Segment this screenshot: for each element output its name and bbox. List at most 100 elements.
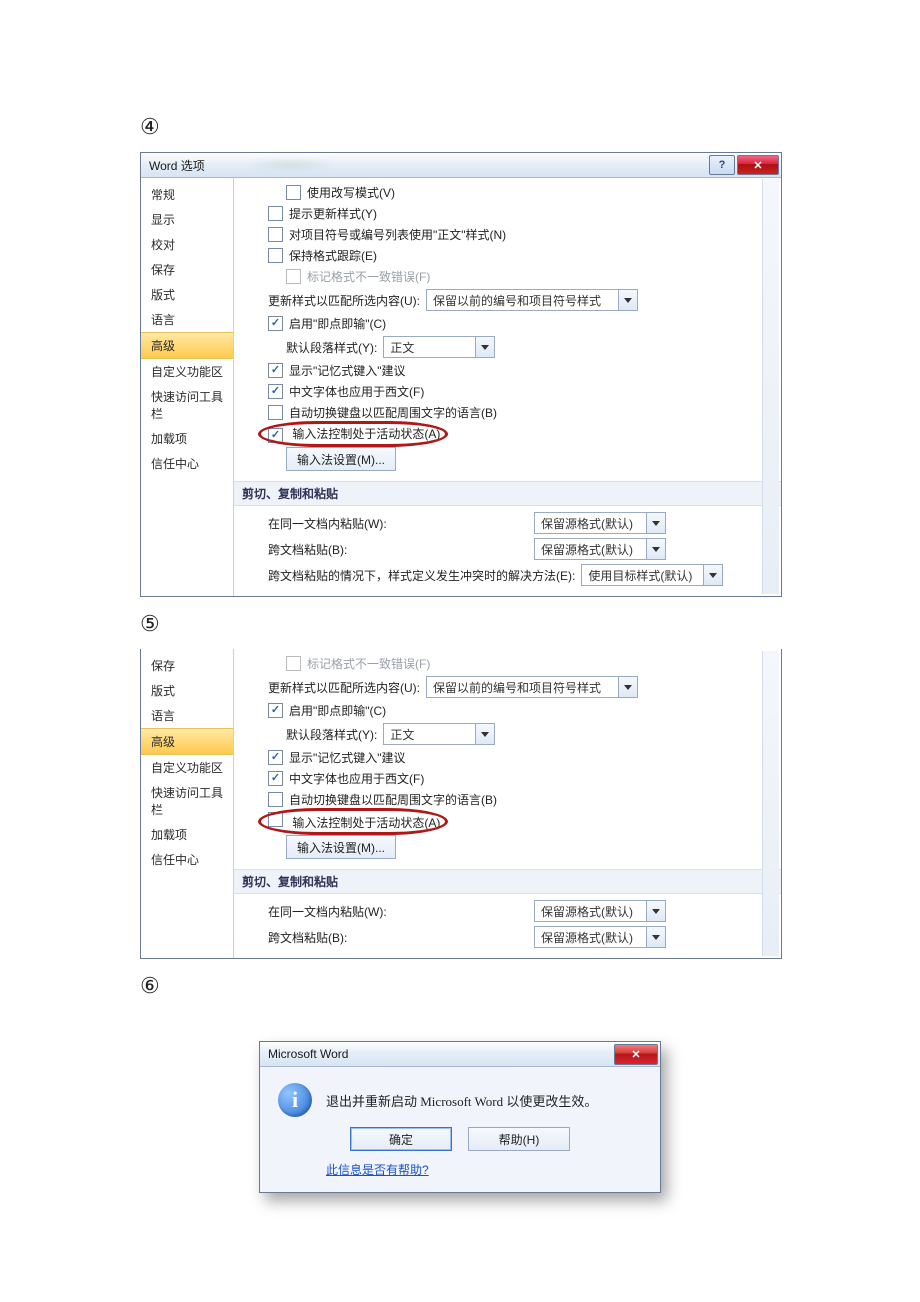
scrollbar[interactable]: [762, 179, 779, 594]
restart-message-dialog: Microsoft Word ✕ i 退出并重新启动 Microsoft Wor…: [259, 1041, 661, 1193]
paste-cross-doc-select[interactable]: 保留源格式(默认): [534, 538, 666, 560]
mark-fmt-checkbox: [286, 269, 301, 284]
autocomplete-checkbox[interactable]: [268, 750, 283, 765]
msg-close-button[interactable]: ✕: [614, 1044, 658, 1065]
ok-button[interactable]: 确定: [350, 1127, 452, 1151]
chevron-down-icon: [646, 901, 665, 921]
autocomplete-checkbox[interactable]: [268, 363, 283, 378]
paste-same-doc-select[interactable]: 保留源格式(默认): [534, 900, 666, 922]
options-sidebar: 保存 版式 语言 高级 自定义功能区 快速访问工具栏 加载项 信任中心: [141, 649, 234, 958]
update-style-select[interactable]: 保留以前的编号和项目符号样式: [426, 676, 638, 698]
update-style-select[interactable]: 保留以前的编号和项目符号样式: [426, 289, 638, 311]
sidebar-item-general[interactable]: 常规: [141, 182, 233, 207]
sidebar-item-display[interactable]: 显示: [141, 207, 233, 232]
step-6-marker: ⑥: [140, 973, 780, 1001]
sidebar-item-trust[interactable]: 信任中心: [141, 451, 233, 476]
chevron-down-icon: [475, 337, 494, 357]
mark-fmt-label: 标记格式不一致错误(F): [307, 268, 430, 285]
sidebar-item-trust[interactable]: 信任中心: [141, 847, 233, 872]
autocomplete-label: 显示"记忆式键入"建议: [289, 362, 406, 379]
track-fmt-checkbox[interactable]: [268, 248, 283, 263]
options-content: 使用改写模式(V) 提示更新样式(Y) 对项目符号或编号列表使用"正文"样式(N…: [234, 178, 781, 596]
help-button[interactable]: ?: [709, 155, 735, 175]
sidebar-item-language[interactable]: 语言: [141, 307, 233, 332]
sidebar-item-layout[interactable]: 版式: [141, 678, 233, 703]
ime-active-label: 输入法控制处于活动状态(A): [292, 427, 440, 441]
chevron-down-icon: [703, 565, 722, 585]
update-style-label: 更新样式以匹配所选内容(U):: [268, 679, 420, 696]
sidebar-item-advanced[interactable]: 高级: [141, 332, 233, 359]
click-type-checkbox[interactable]: [268, 703, 283, 718]
ime-active-checkbox-unchecked[interactable]: [268, 812, 283, 827]
auto-kbd-label: 自动切换键盘以匹配周围文字的语言(B): [289, 404, 497, 421]
cn-west-label: 中文字体也应用于西文(F): [289, 770, 424, 787]
update-style-label: 更新样式以匹配所选内容(U):: [268, 292, 420, 309]
overwrite-checkbox[interactable]: [286, 185, 301, 200]
click-type-label: 启用"即点即输"(C): [289, 315, 386, 332]
auto-kbd-checkbox[interactable]: [268, 405, 283, 420]
sidebar-item-qat[interactable]: 快速访问工具栏: [141, 780, 233, 822]
help-button[interactable]: 帮助(H): [468, 1127, 570, 1151]
options-content: 标记格式不一致错误(F) 更新样式以匹配所选内容(U): 保留以前的编号和项目符…: [234, 649, 781, 958]
prompt-update-checkbox[interactable]: [268, 206, 283, 221]
ime-settings-button[interactable]: 输入法设置(M)...: [286, 447, 396, 471]
bullets-checkbox[interactable]: [268, 227, 283, 242]
overwrite-label: 使用改写模式(V): [307, 184, 395, 201]
sidebar-item-advanced[interactable]: 高级: [141, 728, 233, 755]
update-style-value: 保留以前的编号和项目符号样式: [433, 292, 601, 309]
options-sidebar: 常规 显示 校对 保存 版式 语言 高级 自定义功能区 快速访问工具栏 加载项 …: [141, 178, 234, 596]
paste-conflict-select[interactable]: 使用目标样式(默认): [581, 564, 723, 586]
paste-section-header: 剪切、复制和粘贴: [234, 869, 781, 894]
feedback-link[interactable]: 此信息是否有帮助?: [278, 1161, 642, 1178]
paste-same-doc-select[interactable]: 保留源格式(默认): [534, 512, 666, 534]
paste-cross-doc-value: 保留源格式(默认): [541, 541, 633, 558]
cn-west-checkbox[interactable]: [268, 384, 283, 399]
paste-same-doc-value: 保留源格式(默认): [541, 903, 633, 920]
default-para-label: 默认段落样式(Y):: [286, 339, 377, 356]
default-para-select[interactable]: 正文: [383, 336, 495, 358]
msg-title: Microsoft Word: [264, 1047, 348, 1061]
click-type-checkbox[interactable]: [268, 316, 283, 331]
paste-section-header: 剪切、复制和粘贴: [234, 481, 781, 506]
update-style-value: 保留以前的编号和项目符号样式: [433, 679, 601, 696]
paste-conflict-value: 使用目标样式(默认): [588, 567, 692, 584]
chevron-down-icon: [646, 927, 665, 947]
chevron-down-icon: [618, 290, 637, 310]
autocomplete-label: 显示"记忆式键入"建议: [289, 749, 406, 766]
sidebar-item-qat[interactable]: 快速访问工具栏: [141, 384, 233, 426]
word-options-dialog-5: 保存 版式 语言 高级 自定义功能区 快速访问工具栏 加载项 信任中心 标记格式…: [140, 649, 782, 959]
close-button[interactable]: ✕: [737, 155, 779, 175]
step-5-marker: ⑤: [140, 611, 780, 639]
default-para-label: 默认段落样式(Y):: [286, 726, 377, 743]
ime-settings-button[interactable]: 输入法设置(M)...: [286, 835, 396, 859]
auto-kbd-label: 自动切换键盘以匹配周围文字的语言(B): [289, 791, 497, 808]
sidebar-item-layout[interactable]: 版式: [141, 282, 233, 307]
sidebar-item-proofing[interactable]: 校对: [141, 232, 233, 257]
bullets-label: 对项目符号或编号列表使用"正文"样式(N): [289, 226, 506, 243]
chevron-down-icon: [646, 513, 665, 533]
sidebar-item-language[interactable]: 语言: [141, 703, 233, 728]
dialog-title: Word 选项: [145, 157, 205, 174]
sidebar-item-customize-ribbon[interactable]: 自定义功能区: [141, 359, 233, 384]
paste-cross-doc-label: 跨文档粘贴(B):: [268, 541, 528, 558]
cn-west-checkbox[interactable]: [268, 771, 283, 786]
track-fmt-label: 保持格式跟踪(E): [289, 247, 377, 264]
default-para-select[interactable]: 正文: [383, 723, 495, 745]
scrollbar[interactable]: [762, 651, 779, 956]
sidebar-item-save[interactable]: 保存: [141, 653, 233, 678]
sidebar-item-save[interactable]: 保存: [141, 257, 233, 282]
paste-cross-doc-select[interactable]: 保留源格式(默认): [534, 926, 666, 948]
ime-active-checkbox[interactable]: [268, 428, 283, 443]
sidebar-item-addins[interactable]: 加载项: [141, 426, 233, 451]
step-4-marker: ④: [140, 114, 780, 142]
sidebar-item-customize-ribbon[interactable]: 自定义功能区: [141, 755, 233, 780]
paste-cross-doc-value: 保留源格式(默认): [541, 929, 633, 946]
paste-cross-doc-label: 跨文档粘贴(B):: [268, 929, 528, 946]
default-para-value: 正文: [390, 339, 414, 356]
auto-kbd-checkbox[interactable]: [268, 792, 283, 807]
info-icon: i: [278, 1083, 312, 1117]
paste-conflict-label: 跨文档粘贴的情况下，样式定义发生冲突时的解决方法(E):: [268, 567, 575, 584]
sidebar-item-addins[interactable]: 加载项: [141, 822, 233, 847]
cn-west-label: 中文字体也应用于西文(F): [289, 383, 424, 400]
prompt-update-label: 提示更新样式(Y): [289, 205, 377, 222]
